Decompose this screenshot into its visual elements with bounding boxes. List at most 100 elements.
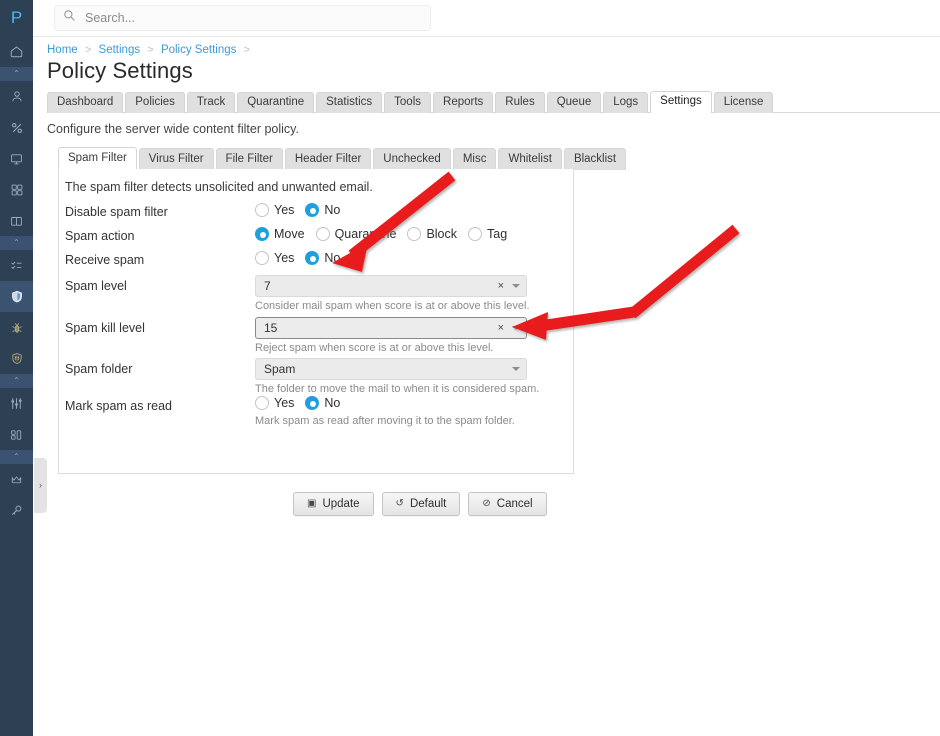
radio-action-quarantine[interactable]: Quarantine (315, 227, 397, 241)
tab-tools[interactable]: Tools (384, 92, 432, 113)
field-label: Spam level (65, 279, 127, 293)
tab-queue[interactable]: Queue (546, 92, 602, 113)
tab-logs[interactable]: Logs (603, 92, 649, 113)
sidebar-item-antivirus[interactable] (0, 312, 33, 343)
sidebar-collapse-2[interactable]: ⌃ (0, 236, 33, 250)
default-button[interactable]: ↺ Default (381, 492, 461, 516)
breadcrumb-item-policy-settings[interactable]: Policy Settings (161, 44, 236, 56)
sidebar-item-web-protection[interactable] (0, 343, 33, 374)
chevron-down-icon[interactable] (512, 367, 520, 371)
spam-kill-level-select[interactable]: 15 × (255, 317, 527, 339)
undo-icon: ↺ (395, 498, 404, 509)
sidebar-item-policies[interactable] (0, 250, 33, 281)
subtab-spam-filter[interactable]: Spam Filter (58, 147, 137, 170)
clear-icon[interactable]: × (498, 322, 504, 334)
radio-dot-selected (305, 396, 320, 410)
form-actions: ▣ Update ↺ Default ⊘ Cancel (293, 492, 547, 516)
tab-quarantine[interactable]: Quarantine (237, 92, 315, 113)
checklist-icon (9, 259, 24, 273)
spam-filter-panel: The spam filter detects unsolicited and … (58, 169, 574, 474)
subtab-header-filter[interactable]: Header Filter (284, 148, 372, 170)
sidebar-item-license[interactable] (0, 464, 33, 495)
spam-action-radios: Move Quarantine Block Tag (255, 227, 518, 241)
subtab-file-filter[interactable]: File Filter (215, 148, 283, 170)
tab-track[interactable]: Track (186, 92, 236, 113)
sidebar-item-home[interactable] (0, 36, 33, 67)
bug-icon (10, 321, 24, 335)
subtab-blacklist[interactable]: Blacklist (563, 148, 627, 170)
app-logo[interactable]: P (0, 0, 33, 36)
panel-expand-handle[interactable]: › (34, 458, 47, 513)
subtab-whitelist[interactable]: Whitelist (498, 148, 562, 170)
radio-mark-no[interactable]: No (305, 396, 340, 410)
tab-reports[interactable]: Reports (433, 92, 494, 113)
sidebar-collapse-3[interactable]: ⌃ (0, 374, 33, 388)
subtab-virus-filter[interactable]: Virus Filter (138, 148, 214, 170)
subtab-misc[interactable]: Misc (452, 148, 497, 170)
radio-receive-no[interactable]: No (305, 251, 340, 265)
radio-label: Quarantine (334, 227, 397, 241)
modules-icon (9, 428, 24, 442)
shield-icon (10, 289, 24, 304)
main-tab-bar: Dashboard Policies Track Quarantine Stat… (47, 91, 940, 113)
chevron-down-icon[interactable] (512, 284, 520, 288)
breadcrumb-item-settings[interactable]: Settings (99, 44, 141, 56)
chevron-up-icon: ⌃ (13, 376, 20, 385)
sidebar-item-apps[interactable] (0, 174, 33, 205)
mark-spam-as-read-hint: Mark spam as read after moving it to the… (255, 415, 515, 427)
radio-dot-selected (305, 251, 320, 265)
breadcrumb-separator: > (147, 44, 154, 56)
field-label: Spam action (65, 229, 135, 243)
sidebar-collapse-4[interactable]: ⌃ (0, 450, 33, 464)
radio-dot-selected (305, 203, 320, 217)
spam-folder-value: Spam (264, 362, 296, 376)
tab-rules[interactable]: Rules (495, 92, 545, 113)
grid-icon (10, 183, 24, 197)
spam-folder-select[interactable]: Spam (255, 358, 527, 380)
breadcrumb-item-home[interactable]: Home (47, 44, 78, 56)
monitor-icon (9, 152, 24, 166)
tab-settings[interactable]: Settings (650, 91, 712, 113)
search-input[interactable] (83, 10, 403, 26)
spam-level-select[interactable]: 7 × (255, 275, 527, 297)
clear-icon[interactable]: × (498, 280, 504, 292)
spam-kill-level-hint: Reject spam when score is at or above th… (255, 342, 494, 354)
radio-receive-yes[interactable]: Yes (255, 251, 294, 265)
field-label: Receive spam (65, 253, 145, 267)
sidebar-item-statistics[interactable] (0, 112, 33, 143)
sidebar-item-users[interactable] (0, 81, 33, 112)
sidebar-collapse-1[interactable]: ⌃ (0, 67, 33, 81)
radio-disable-no[interactable]: No (305, 203, 340, 217)
update-button[interactable]: ▣ Update (293, 492, 374, 516)
tab-policies[interactable]: Policies (125, 92, 185, 113)
sidebar-item-monitor[interactable] (0, 143, 33, 174)
cancel-button[interactable]: ⊘ Cancel (468, 492, 547, 516)
sidebar-item-library[interactable] (0, 205, 33, 236)
radio-action-block[interactable]: Block (407, 227, 457, 241)
sidebar-item-security[interactable] (0, 281, 33, 312)
radio-action-move[interactable]: Move (255, 227, 305, 241)
search-box[interactable] (54, 5, 431, 31)
sidebar-item-modules[interactable] (0, 419, 33, 450)
sidebar: P ⌃ ⌃ ⌃ ⌃ (0, 0, 33, 736)
sidebar-item-configuration[interactable] (0, 388, 33, 419)
field-label: Disable spam filter (65, 205, 168, 219)
sidebar-item-access-keys[interactable] (0, 495, 33, 526)
radio-label: Move (274, 227, 305, 241)
radio-mark-yes[interactable]: Yes (255, 396, 294, 410)
spam-level-value: 7 (264, 279, 271, 293)
radio-label: Yes (274, 396, 295, 410)
main-content: Home > Settings > Policy Settings > Poli… (47, 37, 940, 736)
chevron-down-icon[interactable] (512, 326, 520, 330)
chevron-up-icon: ⌃ (13, 452, 20, 461)
button-label: Cancel (496, 498, 533, 510)
receive-spam-radios: Yes No (255, 251, 351, 265)
tab-license[interactable]: License (713, 92, 774, 113)
tab-statistics[interactable]: Statistics (316, 92, 383, 113)
radio-action-tag[interactable]: Tag (468, 227, 507, 241)
percent-icon (10, 121, 24, 135)
tab-dashboard[interactable]: Dashboard (47, 92, 124, 113)
chevron-up-icon: ⌃ (13, 69, 20, 78)
subtab-unchecked[interactable]: Unchecked (373, 148, 451, 170)
radio-disable-yes[interactable]: Yes (255, 203, 294, 217)
